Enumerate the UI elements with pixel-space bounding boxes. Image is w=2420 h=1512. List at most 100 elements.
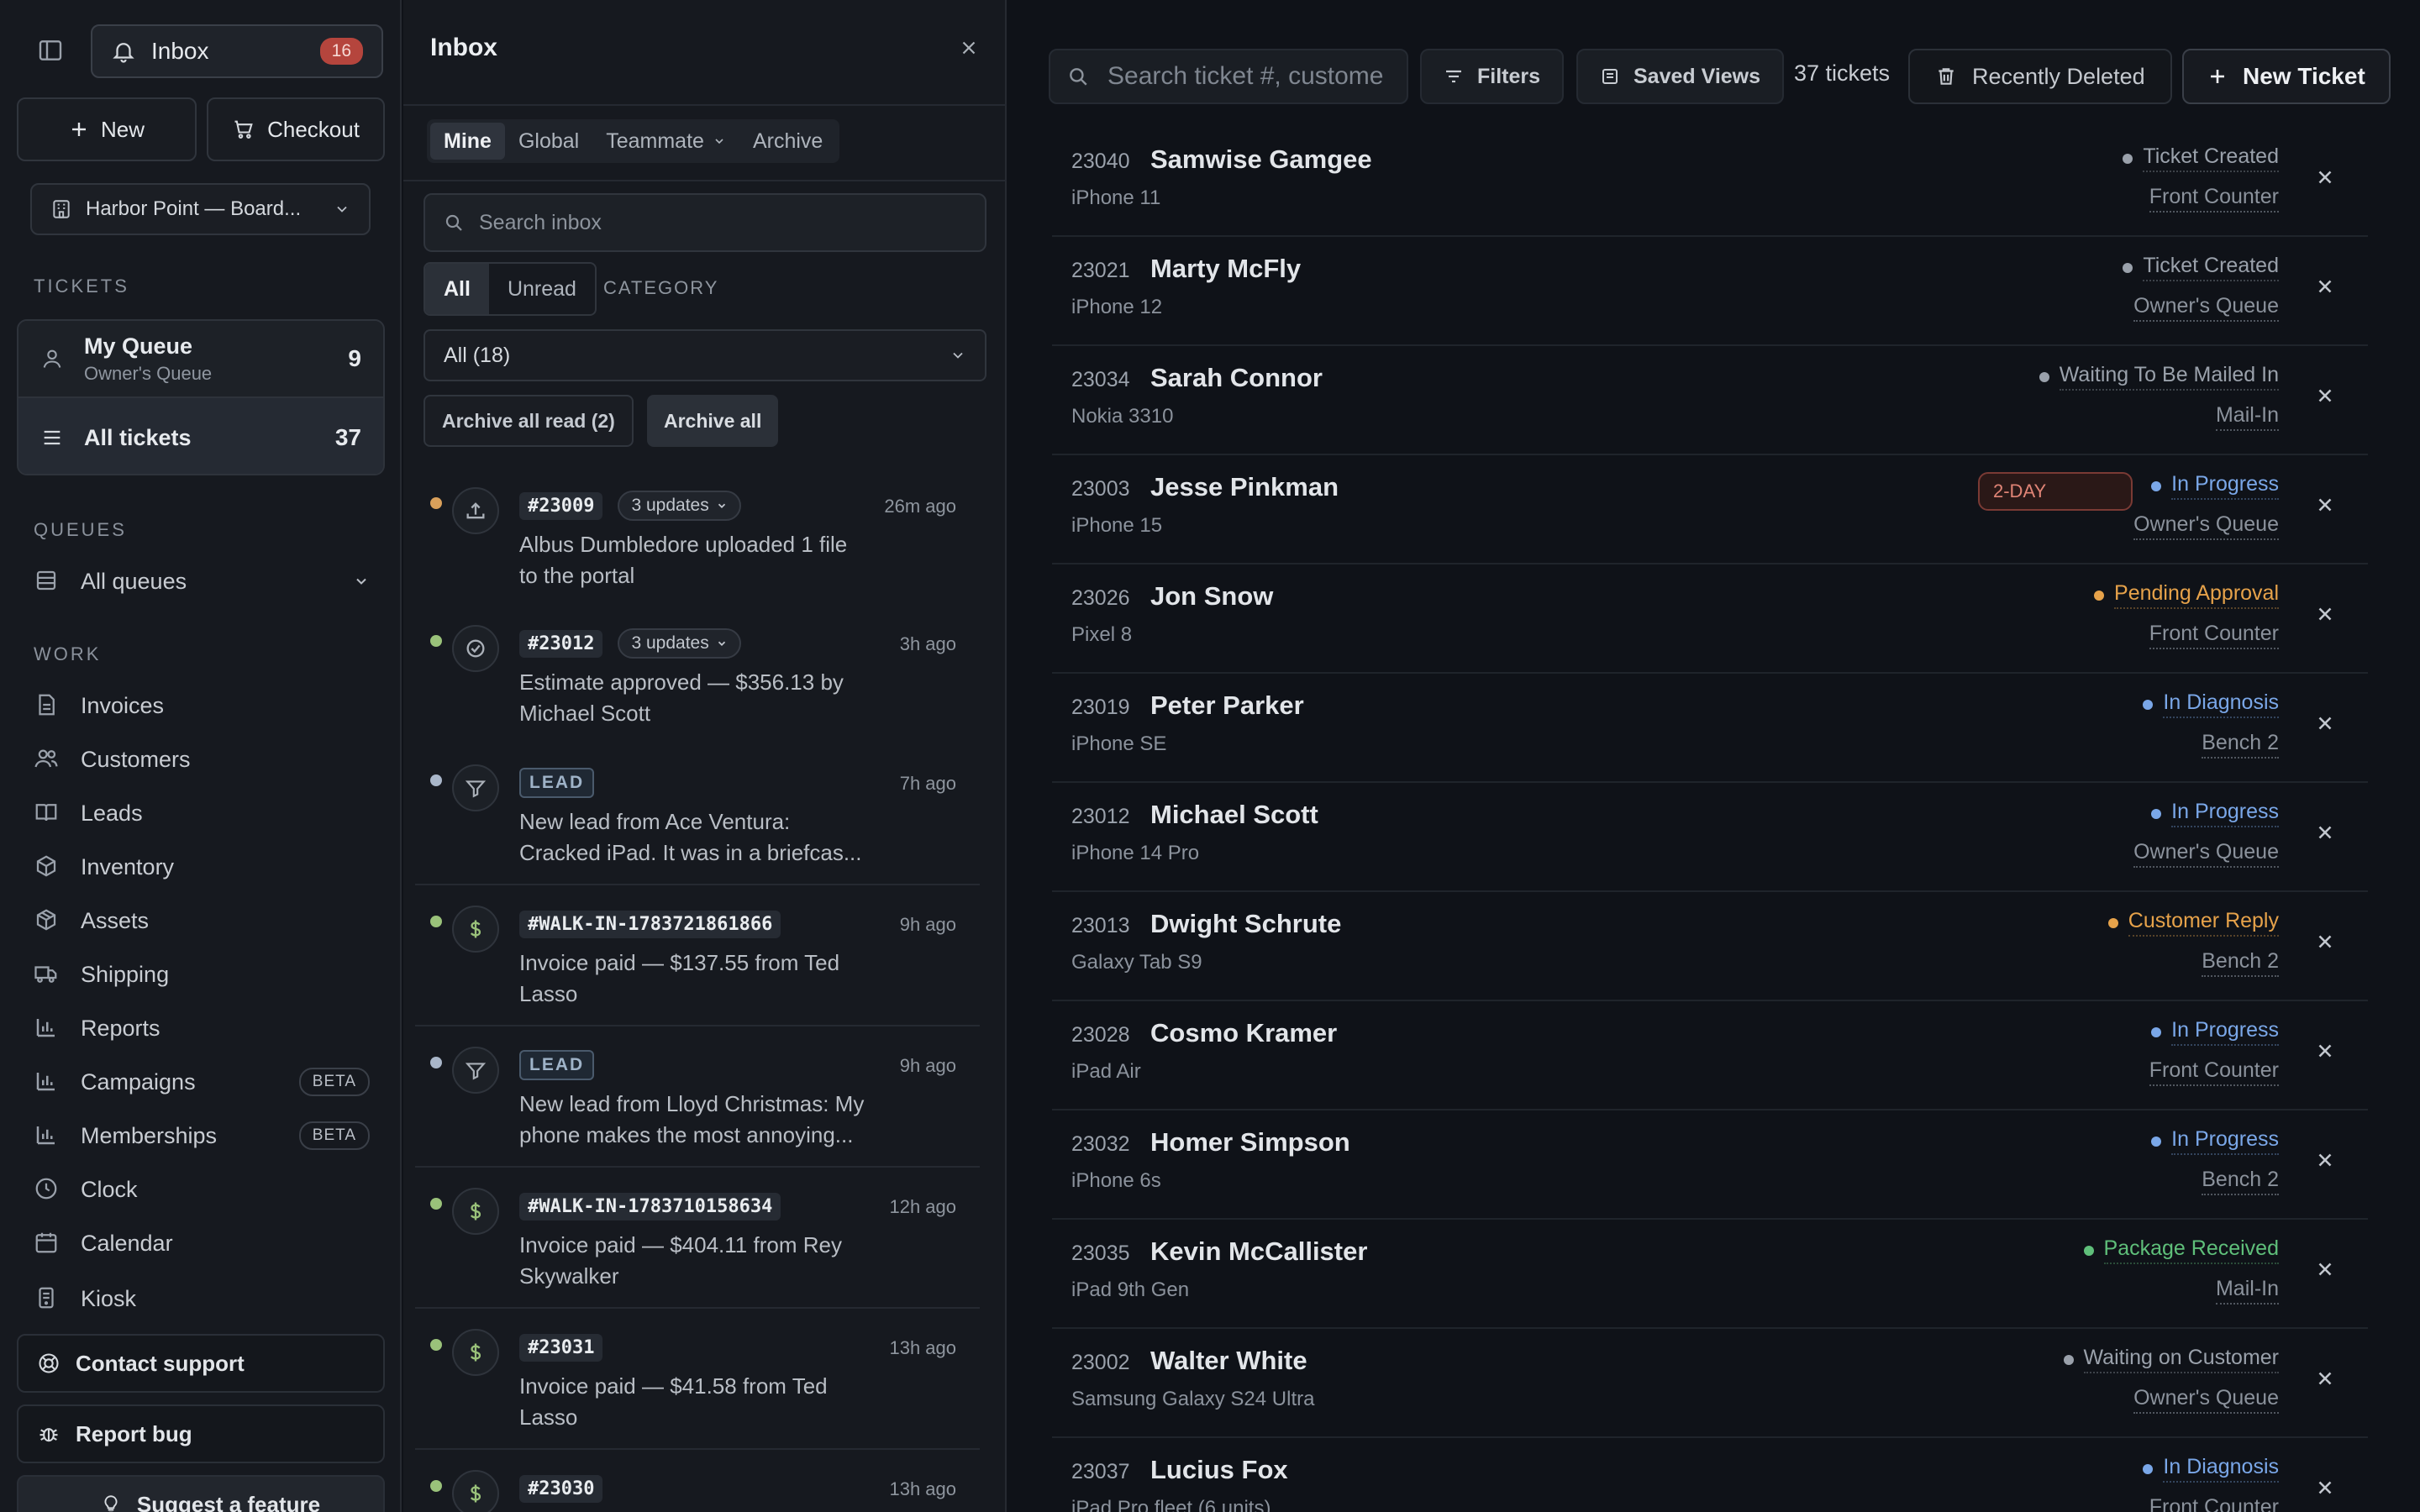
ticket-location[interactable]: Mail-In: [2215, 1277, 2279, 1305]
ticket-location[interactable]: Bench 2: [2202, 731, 2279, 759]
ticket-location[interactable]: Owner's Queue: [2133, 1386, 2279, 1414]
nav-clock[interactable]: Clock: [34, 1168, 370, 1211]
ticket-row[interactable]: 23021 Marty McFly iPhone 12 Ticket Created O…: [1052, 237, 2368, 346]
filters-button[interactable]: Filters: [1420, 49, 1565, 104]
ticket-row[interactable]: 23037 Lucius Fox iPad Pro fleet (6 units) I…: [1052, 1438, 2368, 1512]
ticket-row[interactable]: 23035 Kevin McCallister iPad 9th Gen Packag…: [1052, 1220, 2368, 1329]
ticket-tag[interactable]: #WALK-IN-1783710158634: [519, 1192, 781, 1221]
nav-shipping[interactable]: Shipping: [34, 953, 370, 996]
nav-kiosk[interactable]: Kiosk: [34, 1277, 370, 1320]
nav-reports[interactable]: Reports: [34, 1006, 370, 1050]
inbox-item[interactable]: #WALK-IN-1783721861866 9h ago Invoice pa…: [415, 906, 980, 1026]
nav-customers[interactable]: Customers: [34, 738, 370, 781]
updates-toggle[interactable]: 3 updates: [618, 491, 741, 521]
ticket-status[interactable]: Waiting on Customer: [2063, 1346, 2279, 1373]
ticket-tag[interactable]: #23030: [519, 1474, 603, 1503]
ticket-row[interactable]: 23028 Cosmo Kramer iPad Air In Progress Fron…: [1052, 1001, 2368, 1110]
close-icon[interactable]: [2314, 166, 2336, 188]
ticket-row[interactable]: 23034 Sarah Connor Nokia 3310 Waiting To Be…: [1052, 346, 2368, 455]
nav-invoices[interactable]: Invoices: [34, 684, 370, 727]
ticket-location[interactable]: Bench 2: [2202, 1168, 2279, 1195]
ticket-status[interactable]: In Progress: [2151, 1127, 2279, 1155]
ticket-row[interactable]: 23003 Jesse Pinkman iPhone 15 2-DAY In Progr…: [1052, 455, 2368, 564]
checkout-button[interactable]: Checkout: [207, 97, 385, 161]
inbox-item[interactable]: LEAD 9h ago New lead from Lloyd Christma…: [415, 1047, 980, 1168]
close-icon[interactable]: [2314, 1368, 2336, 1389]
nav-memberships[interactable]: Memberships BETA: [34, 1114, 370, 1158]
tab-archive[interactable]: Archive: [739, 123, 836, 160]
ticket-status[interactable]: Customer Reply: [2107, 909, 2279, 937]
nav-campaigns[interactable]: Campaigns BETA: [34, 1060, 370, 1104]
close-icon[interactable]: [2314, 385, 2336, 407]
ticket-row[interactable]: 23012 Michael Scott iPhone 14 Pro In Progre…: [1052, 783, 2368, 892]
nav-assets[interactable]: Assets: [34, 899, 370, 942]
ticket-location[interactable]: Bench 2: [2202, 949, 2279, 977]
archive-all-button[interactable]: Archive all: [647, 395, 779, 447]
ticket-row[interactable]: 23019 Peter Parker iPhone SE In Diagnosis Be…: [1052, 674, 2368, 783]
sidebar-toggle-icon[interactable]: [37, 37, 71, 67]
close-icon[interactable]: [2314, 603, 2336, 625]
ticket-status[interactable]: Pending Approval: [2094, 581, 2279, 609]
ticket-location[interactable]: Front Counter: [2149, 622, 2279, 649]
close-icon[interactable]: [2314, 494, 2336, 516]
ticket-location[interactable]: Owner's Queue: [2133, 294, 2279, 322]
ticket-location[interactable]: Front Counter: [2149, 185, 2279, 213]
ticket-location[interactable]: Owner's Queue: [2133, 840, 2279, 868]
close-icon[interactable]: [958, 37, 980, 59]
inbox-search-input[interactable]: Search inbox: [424, 193, 986, 252]
close-icon[interactable]: [2314, 931, 2336, 953]
ticket-location[interactable]: Mail-In: [2215, 403, 2279, 431]
location-selector[interactable]: Harbor Point — Board...: [30, 183, 371, 235]
nav-inventory[interactable]: Inventory: [34, 845, 370, 889]
all-queues-item[interactable]: All queues: [34, 559, 370, 603]
ticket-location[interactable]: Front Counter: [2149, 1495, 2279, 1512]
suggest-feature-button[interactable]: Suggest a feature: [17, 1475, 385, 1512]
inbox-item[interactable]: #WALK-IN-1783710158634 12h ago Invoice p…: [415, 1188, 980, 1309]
ticket-tag[interactable]: #WALK-IN-1783721861866: [519, 910, 781, 938]
ticket-status[interactable]: In Progress: [2151, 800, 2279, 827]
close-icon[interactable]: [2314, 1477, 2336, 1499]
close-icon[interactable]: [2314, 276, 2336, 297]
inbox-item[interactable]: #23009 3 updates 26m ago Albus Dumbledor…: [415, 487, 980, 613]
close-icon[interactable]: [2314, 822, 2336, 843]
ticket-status[interactable]: Package Received: [2083, 1236, 2279, 1264]
close-icon[interactable]: [2314, 1040, 2336, 1062]
new-button[interactable]: New: [17, 97, 197, 161]
ticket-status[interactable]: In Diagnosis: [2143, 690, 2279, 718]
ticket-status[interactable]: Ticket Created: [2123, 144, 2279, 172]
nav-leads[interactable]: Leads: [34, 791, 370, 835]
saved-views-button[interactable]: Saved Views: [1576, 49, 1785, 104]
close-icon[interactable]: [2314, 1149, 2336, 1171]
tab-mine[interactable]: Mine: [430, 123, 505, 160]
inbox-item[interactable]: #23031 13h ago Invoice paid — $41.58 fro…: [415, 1329, 980, 1450]
recently-deleted-button[interactable]: Recently Deleted: [1908, 49, 2172, 104]
updates-toggle[interactable]: 3 updates: [618, 628, 741, 659]
close-icon[interactable]: [2314, 712, 2336, 734]
all-tickets-item[interactable]: All tickets 37: [18, 398, 383, 474]
ticket-status[interactable]: In Diagnosis: [2143, 1455, 2279, 1483]
category-select[interactable]: All (18): [424, 329, 986, 381]
ticket-status[interactable]: Ticket Created: [2123, 254, 2279, 281]
report-bug-button[interactable]: Report bug: [17, 1404, 385, 1463]
my-queue-item[interactable]: My Queue Owner's Queue 9: [18, 321, 383, 398]
ticket-status[interactable]: Waiting To Be Mailed In: [2039, 363, 2279, 391]
ticket-status[interactable]: In Progress: [2151, 472, 2279, 500]
ticket-tag[interactable]: #23012: [519, 629, 603, 658]
close-icon[interactable]: [2314, 1258, 2336, 1280]
filter-all[interactable]: All: [425, 264, 489, 314]
inbox-button[interactable]: Inbox 16: [91, 24, 383, 78]
inbox-item[interactable]: #23012 3 updates 3h ago Estimate approve…: [415, 625, 980, 753]
ticket-status[interactable]: In Progress: [2151, 1018, 2279, 1046]
archive-all-read-button[interactable]: Archive all read (2): [424, 395, 634, 447]
ticket-tag[interactable]: #23031: [519, 1333, 603, 1362]
inbox-item[interactable]: LEAD 7h ago New lead from Ace Ventura: Cr…: [415, 764, 980, 885]
ticket-location[interactable]: Front Counter: [2149, 1058, 2279, 1086]
nav-calendar[interactable]: Calendar: [34, 1221, 370, 1265]
ticket-row[interactable]: 23013 Dwight Schrute Galaxy Tab S9 Customer…: [1052, 892, 2368, 1001]
tab-teammate[interactable]: Teammate: [592, 123, 739, 160]
ticket-row[interactable]: 23032 Homer Simpson iPhone 6s In Progress Be…: [1052, 1110, 2368, 1220]
contact-support-button[interactable]: Contact support: [17, 1334, 385, 1393]
ticket-row[interactable]: 23040 Samwise Gamgee iPhone 11 Ticket Creat…: [1052, 128, 2368, 237]
ticket-row[interactable]: 23026 Jon Snow Pixel 8 Pending Approval Fron…: [1052, 564, 2368, 674]
ticket-row[interactable]: 23002 Walter White Samsung Galaxy S24 Ultr…: [1052, 1329, 2368, 1438]
